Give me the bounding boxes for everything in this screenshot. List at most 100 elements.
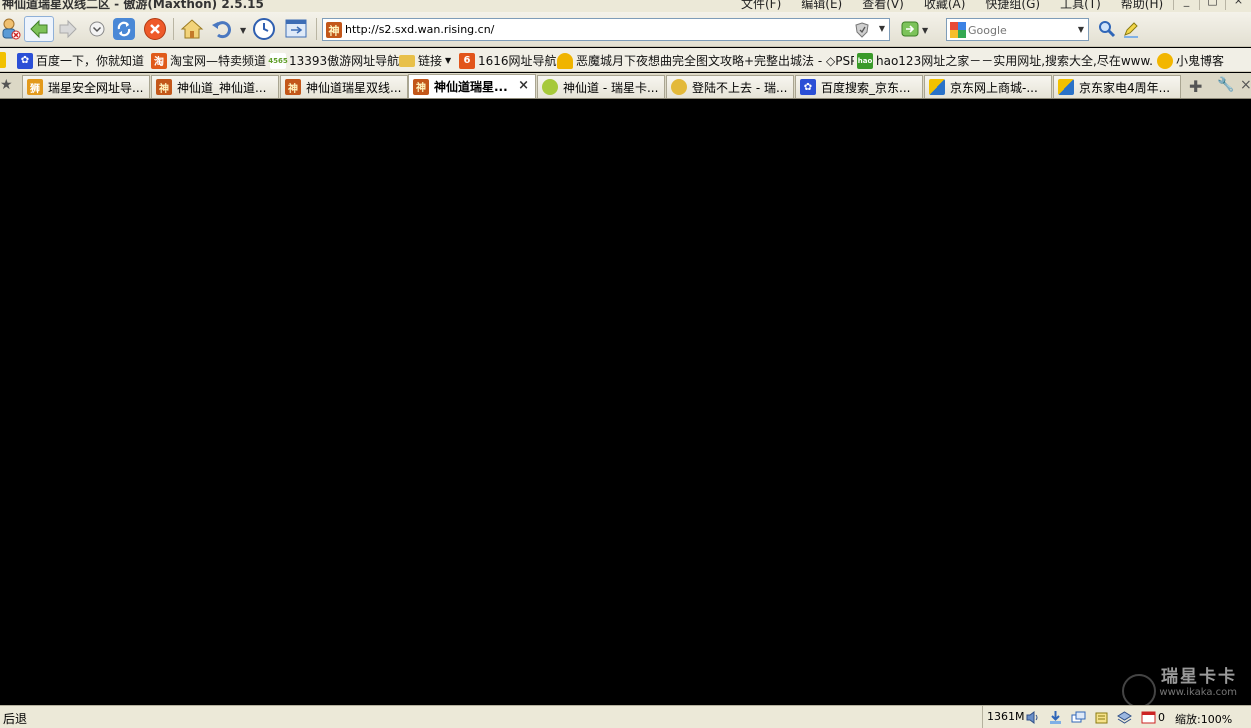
search-input[interactable] bbox=[968, 22, 1068, 38]
menu-help[interactable]: 帮助(H) bbox=[1121, 0, 1163, 12]
window-capture-icon bbox=[285, 19, 307, 38]
close-tab-icon[interactable]: × bbox=[518, 78, 529, 93]
search-engine-dropdown-arrow[interactable]: ▼ bbox=[1078, 25, 1084, 34]
bookmark-item[interactable]: 恶魔城月下夜想曲完全图文攻略+完整出城法 - ◇PSP... bbox=[557, 52, 854, 69]
go-icon bbox=[901, 21, 919, 37]
layers-icon[interactable] bbox=[1117, 710, 1132, 725]
toolbar-separator bbox=[173, 18, 174, 40]
tab[interactable]: 神仙道 - 瑞星卡... bbox=[537, 75, 665, 98]
title-bar: 神仙道瑞星双线二区 - 傲游(Maxthon) 2.5.15 文件(F) 编辑(… bbox=[0, 0, 1251, 12]
user-icon bbox=[2, 18, 21, 40]
maximize-button[interactable]: □ bbox=[1199, 0, 1225, 10]
tab[interactable]: 神 神仙道瑞星双线... bbox=[280, 75, 408, 98]
bookmark-item[interactable]: ✿ 百度一下，你就知道 bbox=[17, 52, 144, 69]
go-button[interactable] bbox=[897, 16, 923, 42]
shen-icon: 神 bbox=[413, 78, 429, 95]
tab[interactable]: 京东网上商城-... bbox=[924, 75, 1052, 98]
refresh-button[interactable] bbox=[111, 16, 137, 42]
stop-button[interactable] bbox=[142, 16, 168, 42]
history-button[interactable] bbox=[251, 16, 277, 42]
refresh-icon bbox=[113, 18, 135, 40]
close-all-icon[interactable]: × bbox=[1240, 77, 1251, 93]
security-shield-icon[interactable] bbox=[855, 22, 869, 41]
menu-favorites[interactable]: 收藏(A) bbox=[924, 0, 966, 12]
history-dropdown-button[interactable] bbox=[84, 16, 110, 42]
highlight-button[interactable] bbox=[1118, 16, 1144, 42]
menu-tools[interactable]: 工具(T) bbox=[1060, 0, 1101, 12]
menu-view[interactable]: 查看(V) bbox=[862, 0, 904, 12]
bookmark-label: 小鬼博客 bbox=[1176, 54, 1225, 68]
notepad-icon[interactable] bbox=[1094, 710, 1109, 725]
circle-chevron-down-icon bbox=[89, 21, 105, 37]
bookmark-item[interactable]: 淘 淘宝网—特卖频道 bbox=[151, 52, 266, 69]
new-tab-plus-icon[interactable]: ✚ bbox=[1189, 77, 1202, 96]
url-input[interactable] bbox=[345, 21, 845, 38]
tab[interactable]: 狮 瑞星安全网址导... bbox=[22, 75, 150, 98]
back-button[interactable] bbox=[24, 16, 54, 42]
memory-usage[interactable]: 1361M bbox=[982, 706, 1029, 728]
bookmark-label: 淘宝网—特卖频道 bbox=[170, 54, 267, 68]
star-icon[interactable]: ★ bbox=[0, 77, 13, 93]
forward-arrow-icon bbox=[59, 19, 77, 39]
blocked-count: 0 bbox=[1158, 711, 1165, 724]
tab[interactable]: 登陆不上去 - 瑞... bbox=[666, 75, 794, 98]
undo-close-button[interactable] bbox=[209, 16, 235, 42]
menu-bar: 文件(F) 编辑(E) 查看(V) 收藏(A) 快捷组(G) 工具(T) 帮助(… bbox=[741, 0, 1183, 12]
folder-dropdown-arrow: ▼ bbox=[445, 56, 452, 65]
bookmark-item[interactable]: 4565 13393傲游网址导航 bbox=[268, 52, 400, 69]
tab[interactable]: ✿ 百度搜索_京东... bbox=[795, 75, 923, 98]
minimize-button[interactable]: _ bbox=[1173, 0, 1199, 10]
undo-icon bbox=[212, 21, 231, 39]
menu-edit[interactable]: 编辑(E) bbox=[801, 0, 842, 12]
menu-groups[interactable]: 快捷组(G) bbox=[985, 0, 1040, 12]
windows-icon[interactable] bbox=[1071, 710, 1086, 725]
forward-button[interactable] bbox=[55, 16, 81, 42]
tab[interactable]: 京东家电4周年... bbox=[1053, 75, 1181, 98]
user-button[interactable] bbox=[0, 16, 24, 42]
tab-active[interactable]: 神 神仙道瑞星... × bbox=[408, 74, 536, 98]
bookmarks-bar: ✿ 百度一下，你就知道 淘 淘宝网—特卖频道 4565 13393傲游网址导航 … bbox=[0, 48, 1251, 72]
home-button[interactable] bbox=[179, 16, 205, 42]
screenshot-button[interactable] bbox=[283, 16, 309, 42]
download-icon[interactable] bbox=[1048, 710, 1063, 725]
popup-blocker-icon[interactable] bbox=[1141, 710, 1156, 725]
search-button[interactable] bbox=[1094, 16, 1120, 42]
tab-label: 百度搜索_京东... bbox=[821, 80, 911, 95]
back-arrow-icon bbox=[30, 19, 48, 39]
status-bar: 后退 1361M 0 缩放:100% bbox=[0, 705, 1251, 728]
smile-icon bbox=[671, 79, 687, 95]
close-window-button[interactable]: × bbox=[1225, 0, 1251, 10]
shen-icon: 神 bbox=[326, 22, 342, 38]
go-dropdown-arrow[interactable]: ▼ bbox=[922, 26, 928, 35]
zoom-level[interactable]: 缩放:100% bbox=[1175, 711, 1232, 727]
page-content-area[interactable]: 瑞星卡卡 www.ikaka.com bbox=[0, 100, 1251, 708]
main-toolbar: ▼ 神 ▼ ▼ ▼ bbox=[0, 12, 1251, 47]
clock-icon bbox=[253, 18, 275, 40]
undo-dropdown-arrow[interactable]: ▼ bbox=[240, 26, 246, 35]
bookmark-favorites-toggle[interactable] bbox=[0, 52, 9, 68]
folder-icon bbox=[399, 54, 415, 67]
tab-label: 神仙道瑞星双线... bbox=[306, 80, 402, 95]
speaker-icon[interactable] bbox=[1025, 710, 1040, 725]
search-icon bbox=[1099, 21, 1116, 38]
shen-icon: 神 bbox=[285, 79, 301, 95]
address-bar[interactable]: 神 ▼ bbox=[322, 18, 890, 41]
bookmark-item[interactable]: hao hao123网址之家－－实用网址,搜索大全,尽在www.ha... bbox=[857, 52, 1154, 69]
tab-label: 京东网上商城-... bbox=[950, 80, 1038, 95]
tab[interactable]: 神 神仙道_神仙道... bbox=[151, 75, 279, 98]
bookmark-item[interactable]: 小鬼博客 bbox=[1157, 52, 1224, 69]
address-dropdown-arrow[interactable]: ▼ bbox=[879, 24, 885, 33]
bookmark-label: hao123网址之家－－实用网址,搜索大全,尽在www.ha... bbox=[876, 54, 1154, 68]
bookmark-label: 1616网址导航 bbox=[478, 54, 557, 68]
paw-icon: ✿ bbox=[800, 79, 816, 95]
menu-file[interactable]: 文件(F) bbox=[741, 0, 781, 12]
search-box[interactable]: ▼ bbox=[946, 18, 1089, 41]
bookmark-folder[interactable]: 链接 ▼ bbox=[399, 52, 451, 69]
1616-icon: 6 bbox=[459, 52, 475, 69]
tab-bar: ★ 狮 瑞星安全网址导... 神 神仙道_神仙道... 神 神仙道瑞星双线...… bbox=[0, 73, 1251, 99]
bookmark-label: 13393傲游网址导航 bbox=[289, 54, 400, 68]
hand-icon bbox=[1157, 52, 1173, 69]
wrench-icon[interactable]: 🔧 bbox=[1217, 77, 1234, 93]
bookmark-item[interactable]: 6 1616网址导航 bbox=[459, 52, 557, 69]
tab-label: 瑞星安全网址导... bbox=[48, 80, 144, 95]
